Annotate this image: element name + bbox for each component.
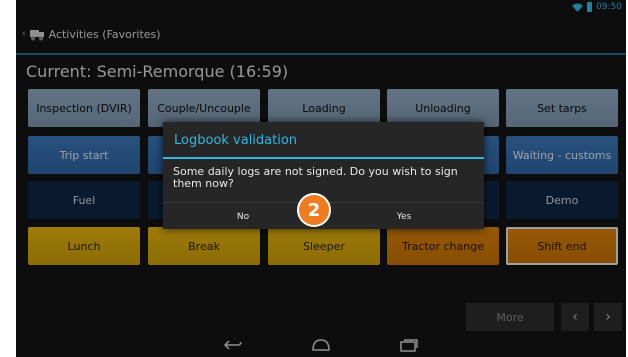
tablet-screen: 09:50 ‹ Activities (Favorites) Current: … (16, 0, 626, 357)
dialog-title: Logbook validation (174, 133, 298, 148)
dialog-title-divider (163, 157, 484, 159)
yes-button[interactable]: Yes (323, 203, 484, 230)
step-callout-badge: 2 (297, 193, 331, 227)
dialog-message: Some daily logs are not signed. Do you w… (173, 165, 458, 190)
